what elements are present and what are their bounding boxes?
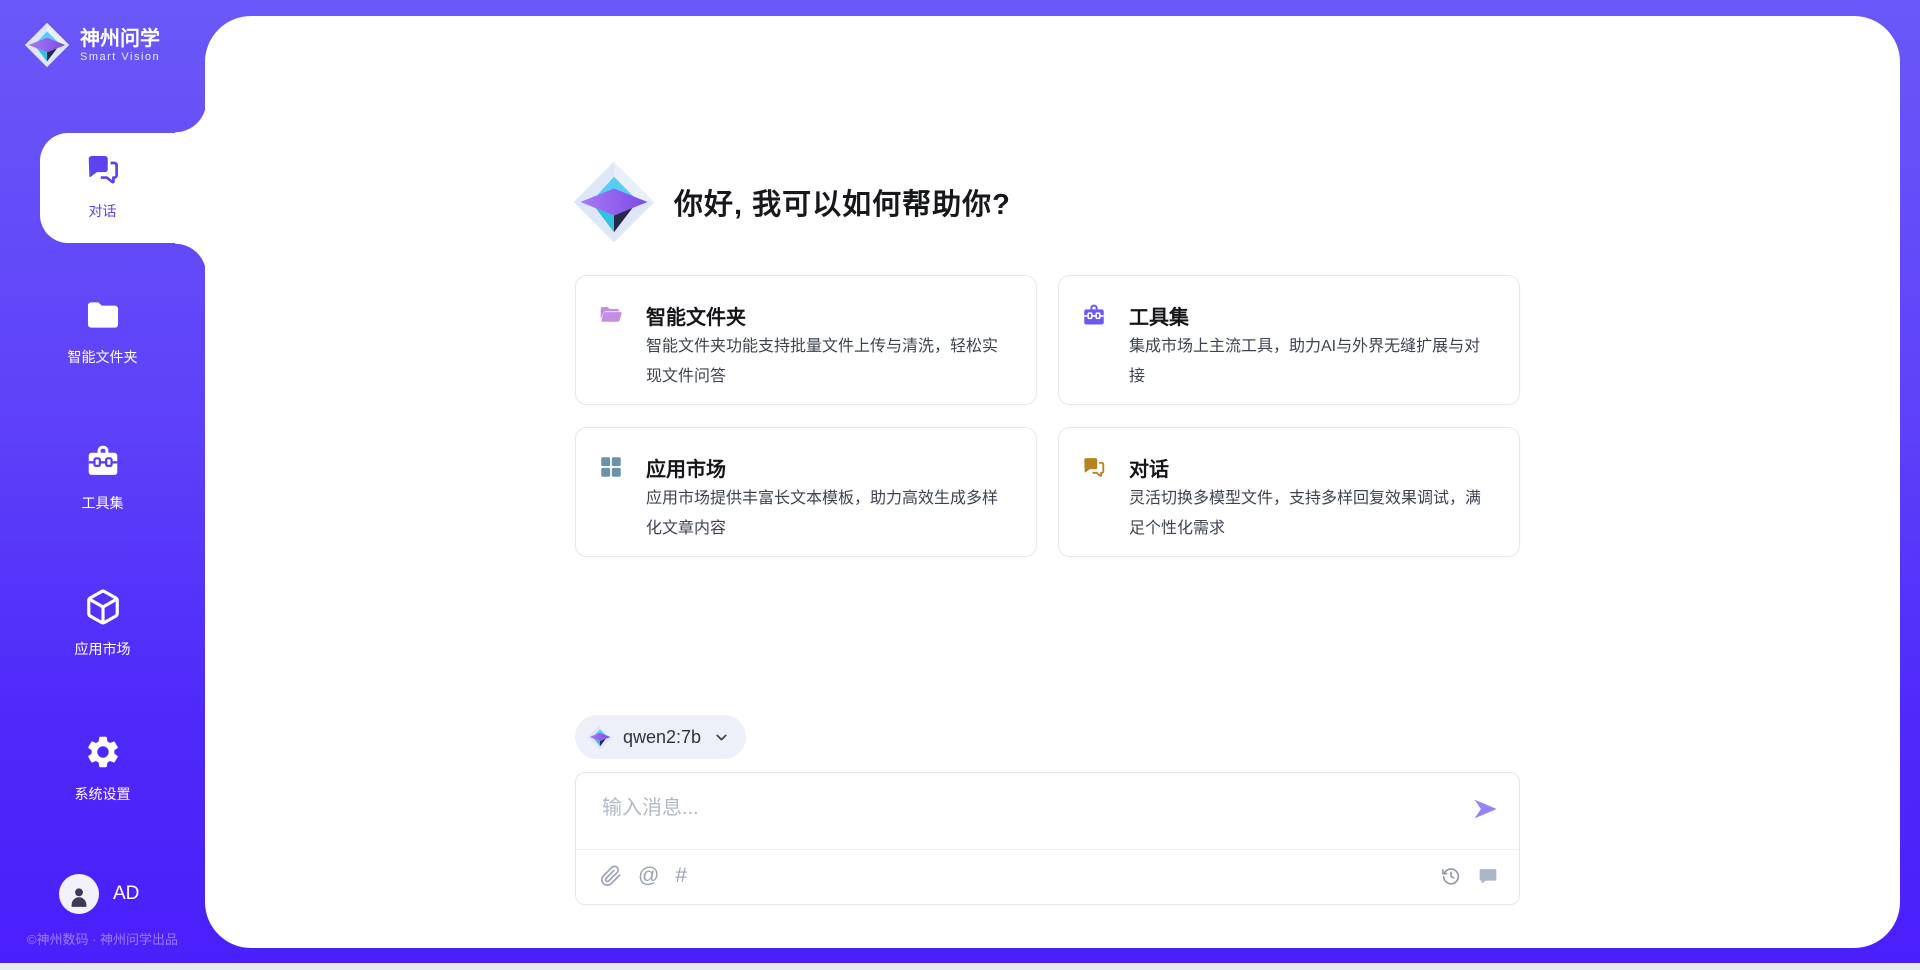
app-window: 神州问学 Smart Vision 对话 智能文件夹 xyxy=(0,0,1920,970)
sidebar: 神州问学 Smart Vision 对话 智能文件夹 xyxy=(0,0,205,970)
cube-icon xyxy=(84,588,122,626)
tab-curve-bottom xyxy=(175,243,207,275)
toolbox-icon xyxy=(84,442,122,480)
card-description: 智能文件夹功能支持批量文件上传与清洗，轻松实现文件问答 xyxy=(646,332,1008,392)
message-input[interactable] xyxy=(600,789,1444,843)
card-description: 应用市场提供丰富长文本模板，助力高效生成多样化文章内容 xyxy=(646,484,1008,544)
card-title: 智能文件夹 xyxy=(646,301,746,330)
mention-icon[interactable]: @ xyxy=(638,865,659,887)
sidebar-item-chat[interactable]: 对话 xyxy=(0,150,205,221)
card-app-market[interactable]: 应用市场 应用市场提供丰富长文本模板，助力高效生成多样化文章内容 xyxy=(575,427,1037,557)
history-icon[interactable] xyxy=(1440,865,1462,887)
chat-bubbles-icon xyxy=(1081,454,1107,480)
message-composer: @ # xyxy=(575,772,1520,905)
card-description: 灵活切换多模型文件，支持多样回复效果调试，满足个性化需求 xyxy=(1129,484,1491,544)
user-name: AD xyxy=(113,883,139,905)
app-title: 神州问学 xyxy=(80,27,160,51)
sidebar-item-label: 系统设置 xyxy=(0,784,205,804)
window-bottom-edge xyxy=(0,963,1920,970)
topic-icon[interactable]: # xyxy=(675,865,687,887)
open-folder-icon xyxy=(598,302,624,328)
sidebar-item-label: 对话 xyxy=(0,201,205,221)
greeting: 你好, 我可以如何帮助你? xyxy=(572,160,1011,244)
app-subtitle: Smart Vision xyxy=(80,51,160,64)
grid-icon xyxy=(598,454,624,480)
model-selector[interactable]: qwen2:7b xyxy=(575,715,746,759)
composer-tools-left: @ # xyxy=(600,865,687,887)
chevron-down-icon xyxy=(713,729,730,746)
greeting-text: 你好, 我可以如何帮助你? xyxy=(674,181,1011,223)
gear-icon xyxy=(84,733,122,771)
feedback-icon[interactable] xyxy=(1477,865,1499,887)
sidebar-item-settings[interactable]: 系统设置 xyxy=(0,733,205,804)
folder-icon xyxy=(84,296,122,334)
card-title: 应用市场 xyxy=(646,453,726,482)
composer-divider xyxy=(576,849,1519,850)
brand-diamond-icon xyxy=(572,160,656,244)
user-profile[interactable]: AD xyxy=(59,874,139,914)
chat-bubbles-icon xyxy=(84,150,122,188)
tab-curve-top xyxy=(175,101,207,133)
card-toolset[interactable]: 工具集 集成市场上主流工具，助力AI与外界无缝扩展与对接 xyxy=(1058,275,1520,405)
copyright-text: ©神州数码 · 神州问学出品 xyxy=(0,929,205,948)
model-name: qwen2:7b xyxy=(623,727,701,748)
card-description: 集成市场上主流工具，助力AI与外界无缝扩展与对接 xyxy=(1129,332,1491,392)
sidebar-item-toolset[interactable]: 工具集 xyxy=(0,442,205,513)
composer-tools-right xyxy=(1440,865,1499,887)
sidebar-item-label: 应用市场 xyxy=(0,639,205,659)
brand-diamond-icon xyxy=(24,22,70,68)
model-diamond-icon xyxy=(587,724,613,750)
card-title: 对话 xyxy=(1129,453,1169,482)
sidebar-item-label: 智能文件夹 xyxy=(0,347,205,367)
person-icon xyxy=(66,883,92,909)
toolbox-icon xyxy=(1081,302,1107,328)
sidebar-item-app-market[interactable]: 应用市场 xyxy=(0,588,205,659)
send-icon[interactable] xyxy=(1471,795,1499,823)
card-title: 工具集 xyxy=(1129,301,1189,330)
card-smart-folder[interactable]: 智能文件夹 智能文件夹功能支持批量文件上传与清洗，轻松实现文件问答 xyxy=(575,275,1037,405)
sidebar-item-smart-folder[interactable]: 智能文件夹 xyxy=(0,296,205,367)
feature-cards: 智能文件夹 智能文件夹功能支持批量文件上传与清洗，轻松实现文件问答 工具集 集成… xyxy=(575,275,1520,557)
attachment-icon[interactable] xyxy=(600,865,622,887)
sidebar-item-label: 工具集 xyxy=(0,493,205,513)
brand-logo: 神州问学 Smart Vision xyxy=(24,22,160,68)
card-chat[interactable]: 对话 灵活切换多模型文件，支持多样回复效果调试，满足个性化需求 xyxy=(1058,427,1520,557)
avatar xyxy=(59,874,99,914)
